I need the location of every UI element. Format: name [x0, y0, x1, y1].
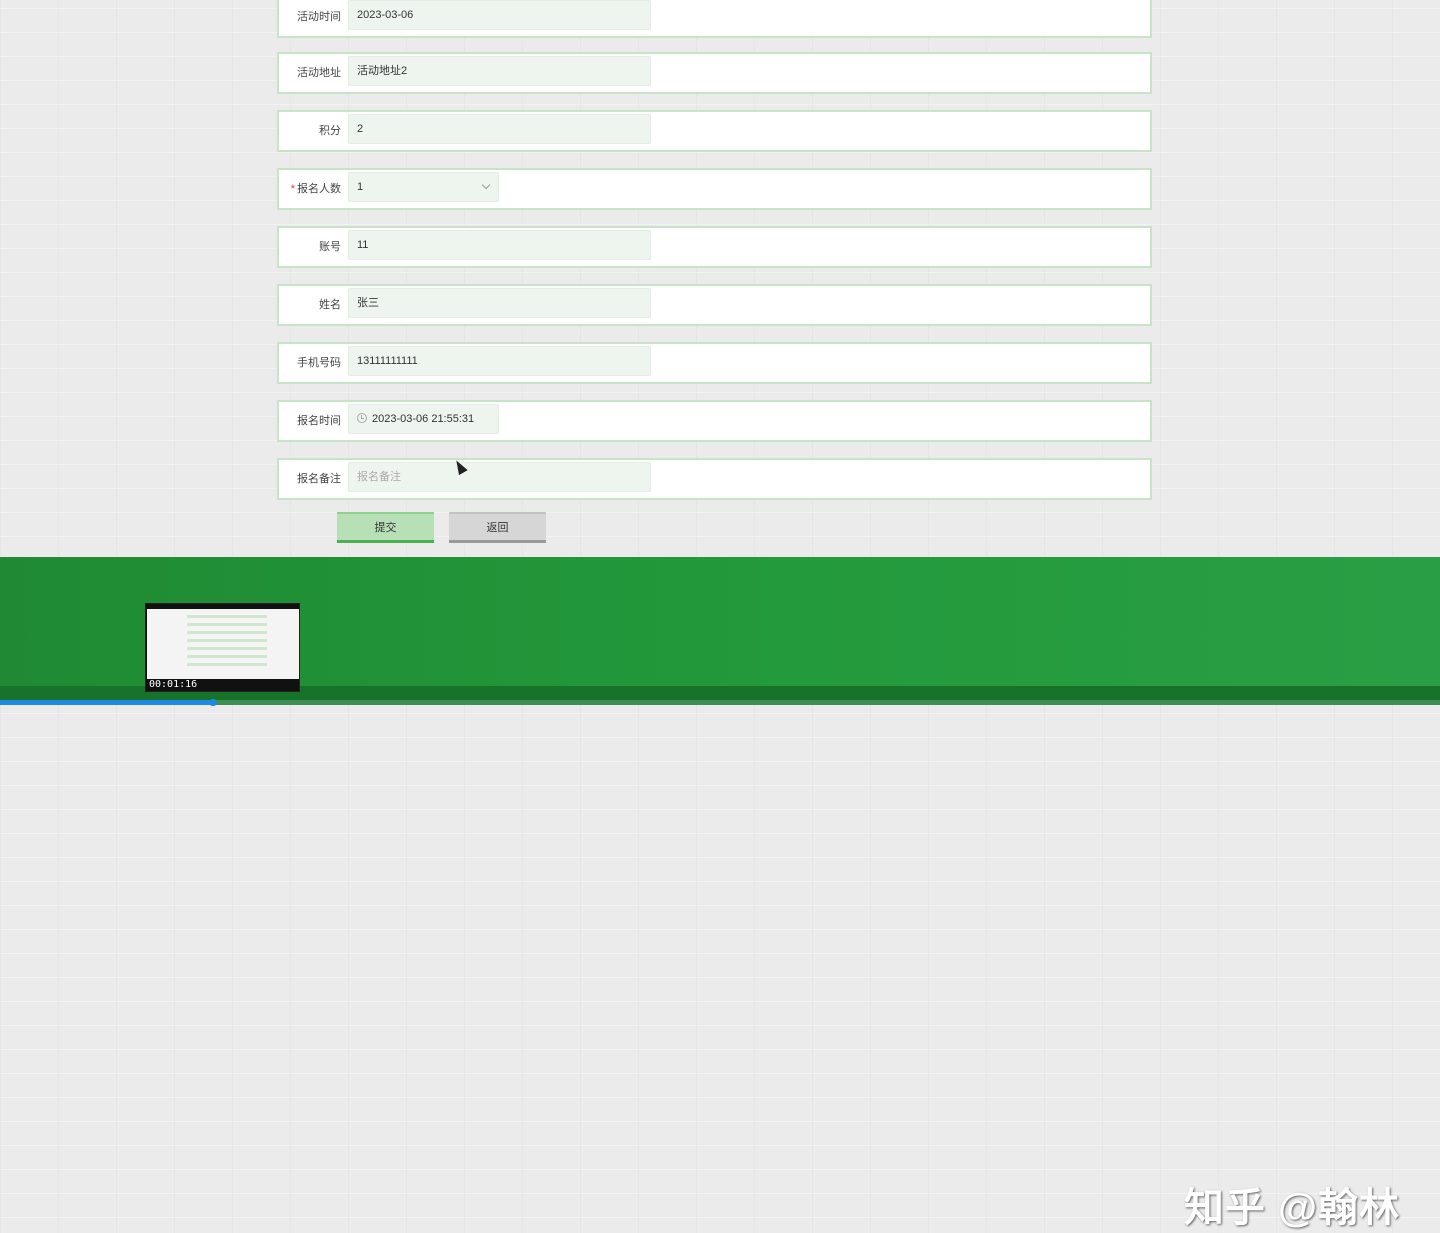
row-enroll-note: 报名备注 报名备注	[277, 458, 1152, 500]
field-label-text: 报名人数	[297, 183, 341, 195]
enroll-time-picker[interactable]: 2023-03-06 21:55:31	[348, 404, 499, 434]
field-label: 活动时间	[297, 11, 341, 23]
row-enroll-count: * 报名人数 1	[277, 168, 1152, 210]
points-field[interactable]: 2	[348, 114, 651, 144]
progress-fill	[0, 700, 215, 705]
field-label: 账号	[319, 241, 341, 253]
name-field[interactable]: 张三	[348, 288, 651, 318]
field-label: 报名备注	[297, 473, 341, 485]
phone-field[interactable]: 13111111111	[348, 346, 651, 376]
picker-value: 2023-03-06 21:55:31	[372, 413, 475, 425]
field-label: 活动地址	[297, 67, 341, 79]
row-points: 积分 2	[277, 110, 1152, 152]
submit-button[interactable]: 提交	[337, 512, 434, 543]
preview-thumbnail: 00:01:16	[145, 603, 300, 692]
thumbnail-screen	[147, 609, 299, 679]
thumb-line	[187, 639, 267, 642]
thumb-line	[187, 615, 267, 618]
thumb-line	[187, 663, 267, 666]
row-enroll-time: 报名时间 2023-03-06 21:55:31	[277, 400, 1152, 442]
enroll-note-field[interactable]: 报名备注	[348, 462, 651, 492]
clock-icon	[357, 413, 367, 423]
field-label: * 报名人数	[279, 170, 341, 208]
thumbnail-time: 00:01:16	[149, 679, 198, 690]
back-button[interactable]: 返回	[449, 512, 546, 543]
thumb-line	[187, 623, 267, 626]
field-label: 积分	[319, 125, 341, 137]
row-activity-address: 活动地址 活动地址2	[277, 52, 1152, 94]
thumb-line	[187, 655, 267, 658]
row-name: 姓名 张三	[277, 284, 1152, 326]
required-mark: *	[290, 183, 295, 195]
thumb-line	[187, 647, 267, 650]
enroll-count-select[interactable]: 1	[348, 172, 499, 202]
select-value: 1	[357, 181, 364, 193]
field-label: 姓名	[319, 299, 341, 311]
thumb-line	[187, 631, 267, 634]
row-activity-time: 活动时间 2023-03-06	[277, 0, 1152, 38]
row-phone: 手机号码 13111111111	[277, 342, 1152, 384]
activity-address-field[interactable]: 活动地址2	[348, 56, 651, 86]
account-field[interactable]: 11	[348, 230, 651, 260]
activity-time-field[interactable]: 2023-03-06	[348, 0, 651, 30]
field-label: 报名时间	[297, 415, 341, 427]
row-account: 账号 11	[277, 226, 1152, 268]
watermark: 知乎 @翰林	[1183, 1186, 1400, 1230]
chevron-down-icon	[481, 180, 491, 190]
field-label: 手机号码	[297, 357, 341, 369]
